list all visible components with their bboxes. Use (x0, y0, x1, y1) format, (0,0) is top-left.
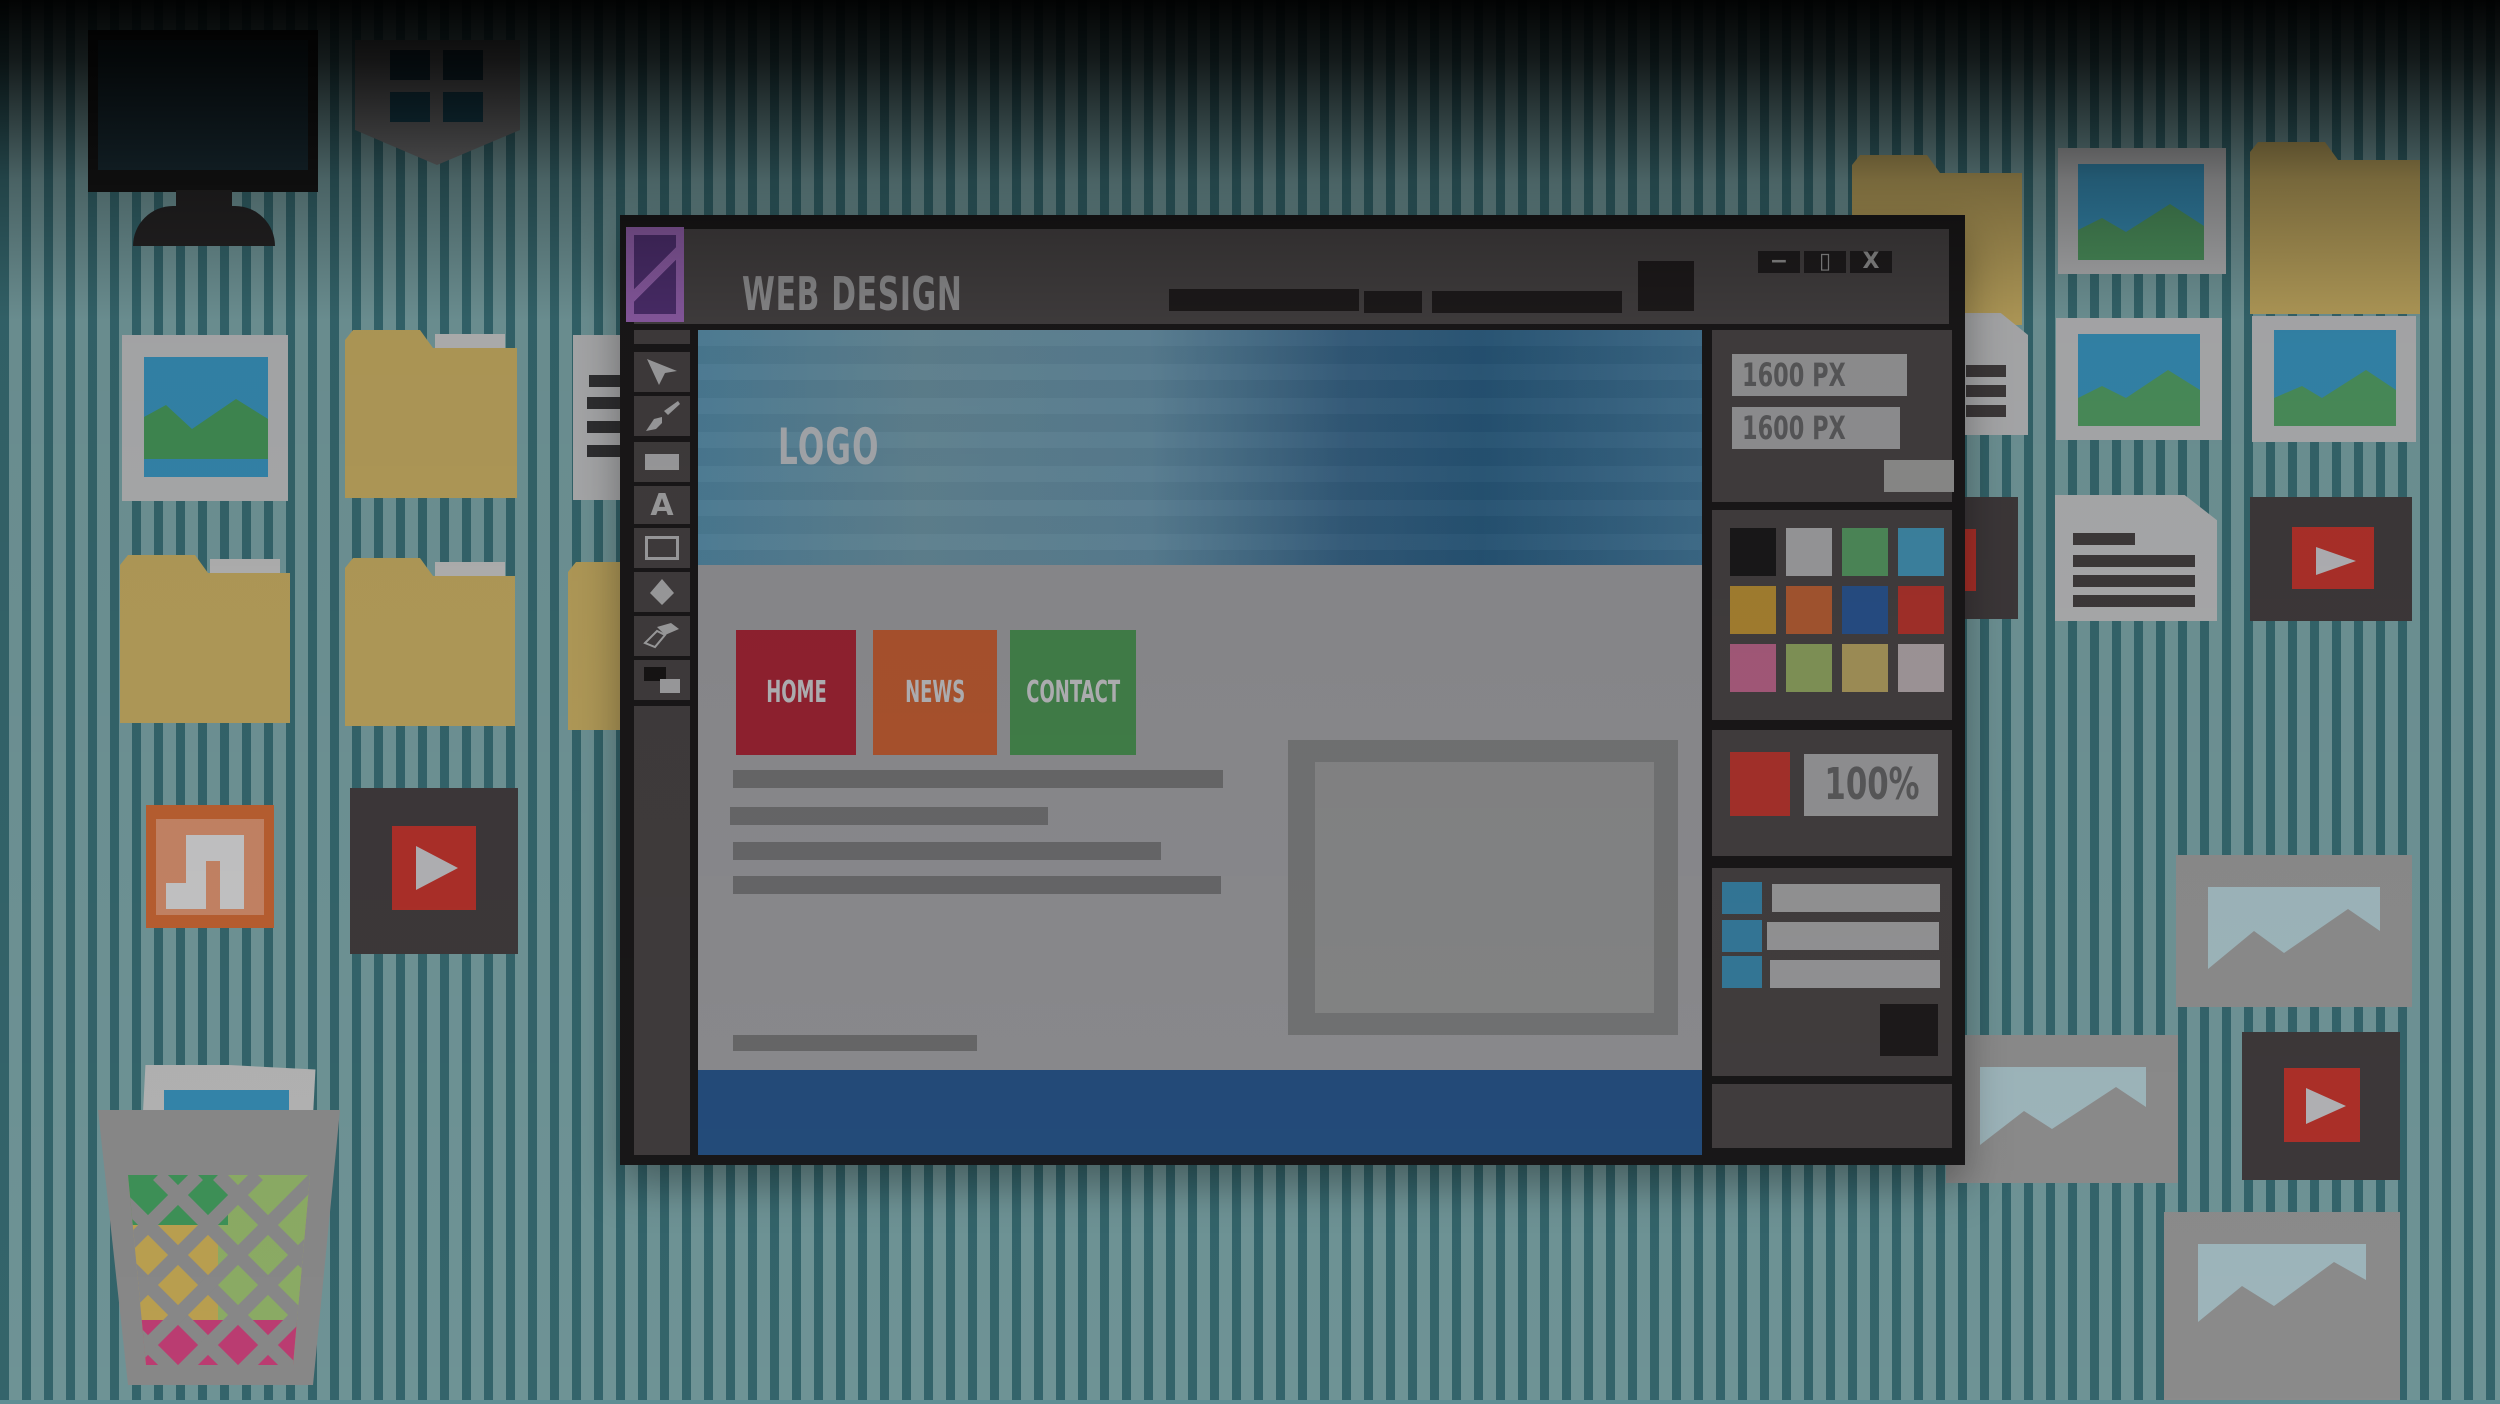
rectangle-fill-tool[interactable] (634, 442, 690, 482)
monitor-icon[interactable] (88, 30, 320, 266)
size-panel: 1600 PX 1600 PX (1712, 330, 1954, 502)
image-file-icon[interactable] (122, 335, 288, 501)
color-swatch[interactable] (1842, 644, 1888, 692)
nav-contact-button[interactable]: CONTACT (1010, 630, 1136, 755)
window-title: WEB DESIGN (742, 267, 963, 321)
color-swap-tool[interactable] (634, 660, 690, 700)
apply-size-button[interactable] (1884, 460, 1954, 492)
filled-rectangle-icon (645, 454, 679, 470)
document-icon[interactable] (2055, 495, 2217, 621)
toolbar-empty-area (634, 706, 690, 1155)
logo-text[interactable]: LOGO (778, 418, 880, 476)
image-placeholder-icon[interactable] (2164, 1212, 2400, 1400)
web-design-window[interactable]: WEB DESIGN − ▯ X A LOGO HOME NEWS CONTAC… (620, 215, 1965, 1165)
folder-icon[interactable] (345, 330, 517, 498)
rectangle-outline-tool[interactable] (634, 528, 690, 568)
folder-icon[interactable] (120, 555, 290, 723)
menu-item[interactable] (1364, 291, 1422, 313)
text-placeholder-line[interactable] (733, 1035, 977, 1051)
eraser-icon (643, 623, 679, 649)
layer-thumbnail[interactable] (1722, 956, 1762, 988)
footer-bar[interactable] (698, 1070, 1702, 1155)
toolbar-button[interactable] (1638, 261, 1694, 311)
design-canvas[interactable]: LOGO HOME NEWS CONTACT (698, 330, 1702, 1155)
minimize-button[interactable]: − (1758, 251, 1800, 273)
current-color-swatch[interactable] (1730, 752, 1790, 816)
color-swatch[interactable] (1898, 644, 1944, 692)
color-swatch[interactable] (1786, 644, 1832, 692)
layer-row[interactable] (1772, 884, 1940, 912)
video-file-icon[interactable] (2250, 497, 2412, 621)
color-swatch[interactable] (1842, 528, 1888, 576)
color-swatch[interactable] (1730, 644, 1776, 692)
delete-layer-button[interactable] (1880, 1004, 1938, 1056)
fg-bg-color-icon (644, 665, 680, 695)
text-tool[interactable]: A (634, 486, 690, 524)
text-placeholder-line[interactable] (733, 770, 1223, 788)
paintbrush-icon (646, 401, 680, 431)
color-swatch[interactable] (1786, 586, 1832, 634)
color-swatch[interactable] (1842, 586, 1888, 634)
image-file-icon[interactable] (2056, 318, 2222, 440)
image-file-icon[interactable] (2058, 148, 2226, 274)
select-tool[interactable] (634, 352, 690, 392)
zoom-panel: 100% (1712, 730, 1952, 856)
nav-home-button[interactable]: HOME (736, 630, 856, 755)
folder-icon[interactable] (345, 558, 515, 726)
color-swatch[interactable] (1898, 586, 1944, 634)
app-logo-icon (626, 227, 684, 322)
video-file-icon[interactable] (2242, 1032, 2400, 1180)
maximize-button[interactable]: ▯ (1804, 251, 1846, 273)
letter-a-icon: A (650, 487, 674, 523)
document-icon[interactable] (1960, 313, 2028, 435)
shield-icon[interactable] (355, 40, 520, 165)
video-file-icon[interactable] (350, 788, 518, 954)
close-button[interactable]: X (1850, 251, 1892, 273)
image-file-icon[interactable] (2252, 316, 2416, 442)
outline-rectangle-icon (645, 536, 679, 560)
toolbar-header (634, 330, 690, 344)
shape-tool[interactable] (634, 572, 690, 612)
color-palette-panel (1712, 510, 1952, 720)
text-placeholder-line[interactable] (733, 842, 1161, 860)
image-placeholder-icon[interactable] (1946, 1035, 2178, 1183)
document-icon[interactable] (573, 335, 629, 500)
menu-item[interactable] (1169, 289, 1359, 311)
panel-footer (1712, 1084, 1952, 1148)
arrow-pointer-icon (647, 359, 677, 385)
width-field[interactable]: 1600 PX (1732, 354, 1907, 396)
layers-panel (1712, 868, 1952, 1076)
music-file-icon[interactable] (146, 805, 274, 928)
folder-icon[interactable] (568, 562, 620, 730)
zoom-field[interactable]: 100% (1804, 754, 1938, 816)
tools-sidebar: A (634, 330, 690, 1155)
layer-thumbnail[interactable] (1722, 882, 1762, 914)
color-swatch[interactable] (1730, 528, 1776, 576)
layer-row[interactable] (1767, 922, 1939, 950)
menu-item[interactable] (1432, 291, 1622, 313)
color-swatch[interactable] (1786, 528, 1832, 576)
color-swatch[interactable] (1730, 586, 1776, 634)
layer-row[interactable] (1770, 960, 1940, 988)
text-placeholder-line[interactable] (733, 876, 1221, 894)
layer-thumbnail[interactable] (1722, 920, 1762, 952)
color-swatch[interactable] (1898, 528, 1944, 576)
brush-tool[interactable] (634, 396, 690, 436)
title-bar[interactable]: WEB DESIGN − ▯ X (634, 229, 1949, 324)
height-field[interactable]: 1600 PX (1732, 407, 1900, 449)
video-file-icon[interactable] (1962, 497, 2018, 619)
image-placeholder[interactable] (1288, 740, 1678, 1035)
nav-news-button[interactable]: NEWS (873, 630, 997, 755)
text-placeholder-line[interactable] (730, 807, 1048, 825)
eraser-tool[interactable] (634, 616, 690, 656)
image-placeholder-icon[interactable] (2176, 855, 2412, 1007)
folder-icon[interactable] (2250, 142, 2420, 314)
trash-icon[interactable] (98, 1060, 340, 1404)
diamond-icon (650, 579, 674, 605)
hero-banner[interactable]: LOGO (698, 330, 1702, 565)
